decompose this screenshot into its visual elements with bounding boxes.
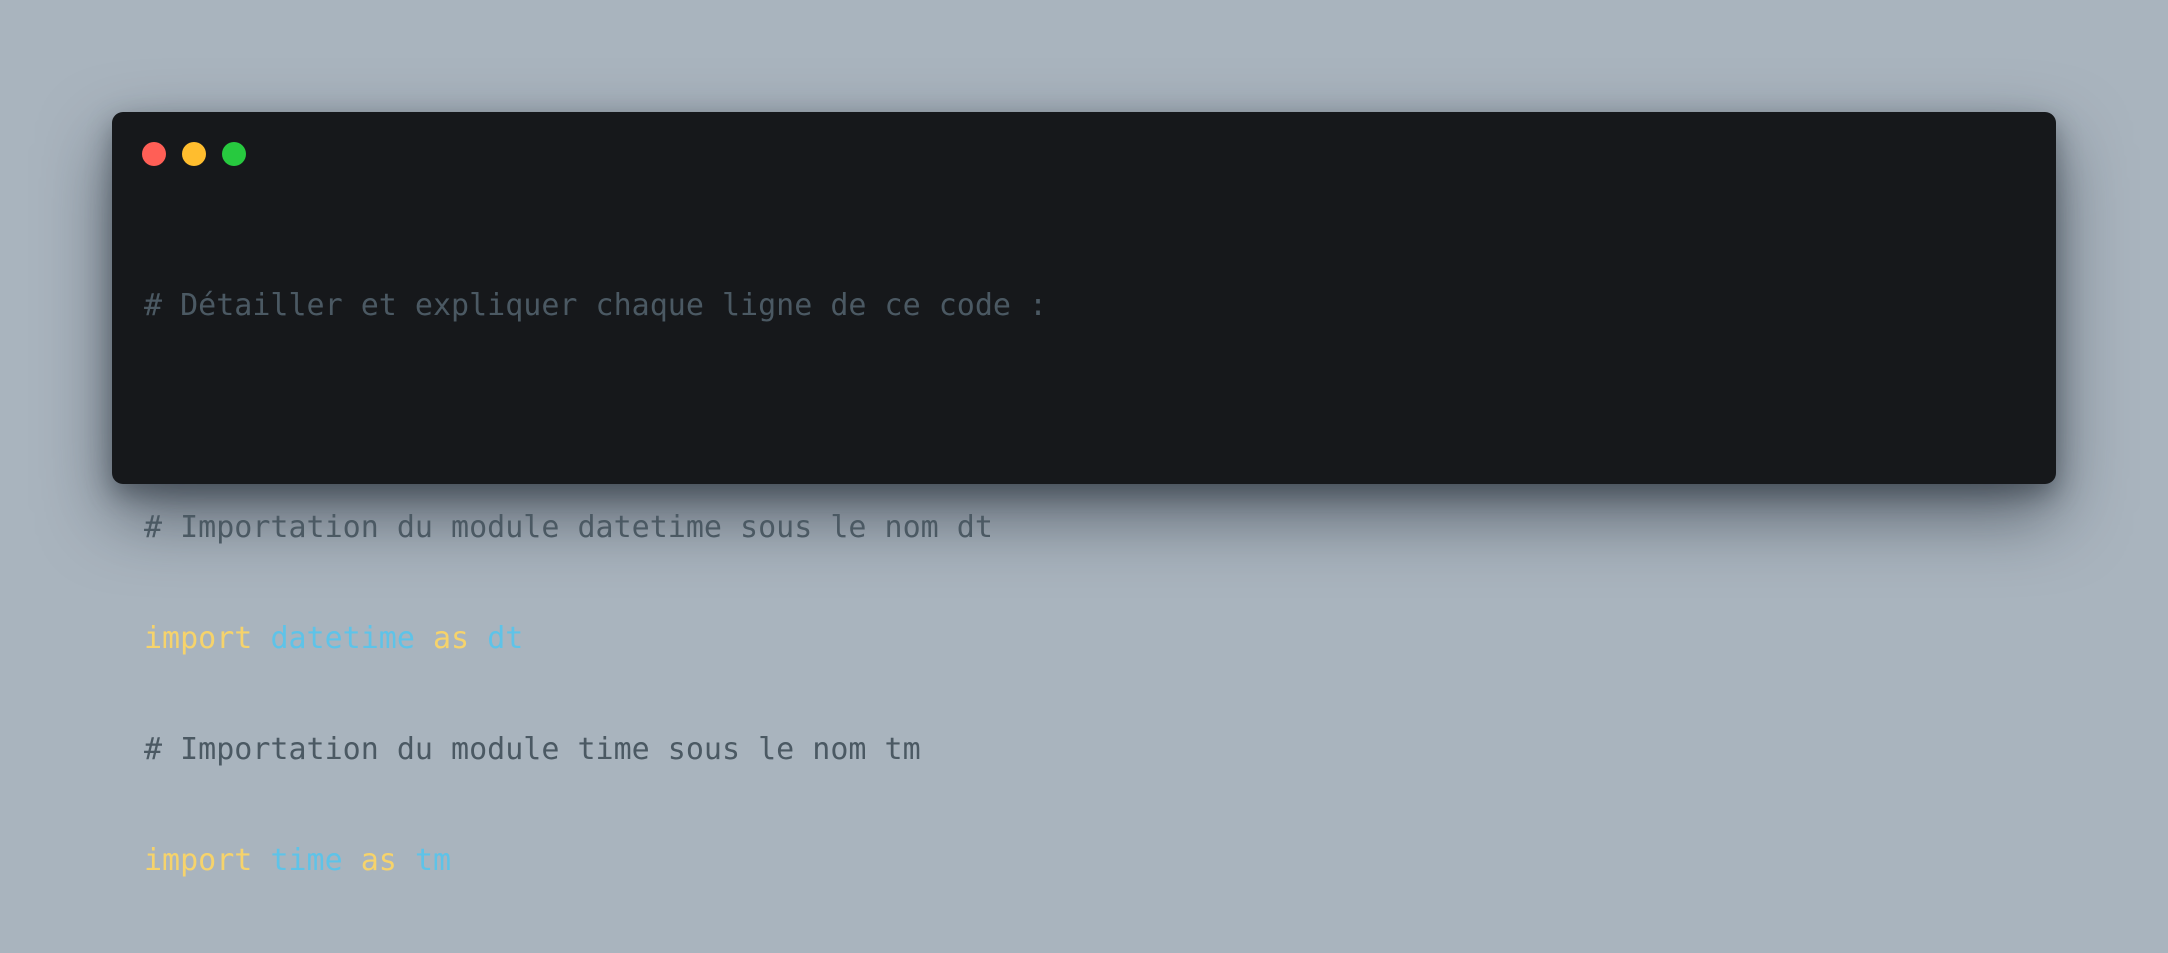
code-line-3: import datetime as dt	[144, 620, 1047, 657]
window-controls	[142, 142, 246, 166]
import-keyword: import	[144, 621, 253, 656]
code-line-4: # Importation du module time sous le nom…	[144, 731, 1047, 768]
module-name: time	[270, 843, 343, 878]
close-dot[interactable]	[142, 142, 166, 166]
as-keyword: as	[433, 621, 470, 656]
comment-text: # Détailler et expliquer chaque ligne de…	[144, 288, 1048, 323]
import-keyword: import	[144, 843, 253, 878]
minimize-dot[interactable]	[182, 142, 206, 166]
maximize-dot[interactable]	[222, 142, 246, 166]
module-alias: dt	[487, 621, 524, 656]
code-line-1: # Détailler et expliquer chaque ligne de…	[144, 287, 1047, 324]
module-name: datetime	[270, 621, 415, 656]
code-block: # Détailler et expliquer chaque ligne de…	[144, 213, 1047, 953]
comment-text: # Importation du module time sous le nom…	[144, 732, 921, 767]
module-alias: tm	[414, 843, 452, 878]
code-line-5: import time as tm	[144, 842, 1047, 879]
as-keyword: as	[360, 843, 397, 878]
code-line-2: # Importation du module datetime sous le…	[144, 509, 1047, 546]
comment-text: # Importation du module datetime sous le…	[144, 510, 993, 545]
code-window: # Détailler et expliquer chaque ligne de…	[112, 112, 2056, 878]
